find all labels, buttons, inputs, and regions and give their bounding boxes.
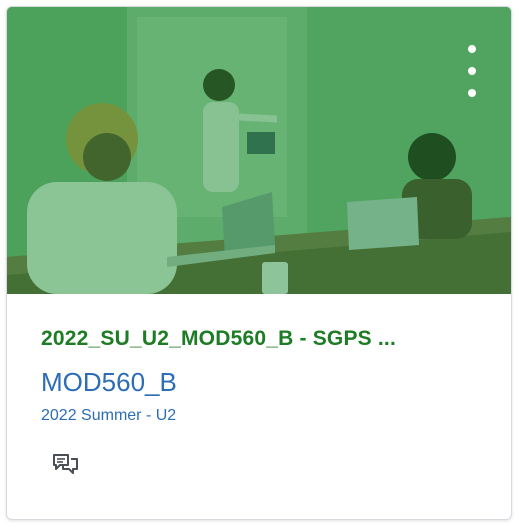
color-overlay <box>7 7 511 294</box>
course-term: 2022 Summer - U2 <box>41 407 177 424</box>
menu-dot <box>468 89 476 97</box>
menu-dot <box>468 45 476 53</box>
discussions-icon[interactable] <box>51 451 81 481</box>
course-card[interactable]: 2022_SU_U2_MOD560_B - SGPS ... MOD560_B … <box>6 6 512 520</box>
kebab-menu-icon[interactable] <box>459 45 485 97</box>
course-card-hero-image[interactable] <box>7 7 511 294</box>
course-title-link[interactable]: 2022_SU_U2_MOD560_B - SGPS ... <box>41 326 491 352</box>
course-code-link[interactable]: MOD560_B <box>41 366 177 398</box>
menu-dot <box>468 67 476 75</box>
course-card-body: 2022_SU_U2_MOD560_B - SGPS ... MOD560_B … <box>7 294 511 519</box>
